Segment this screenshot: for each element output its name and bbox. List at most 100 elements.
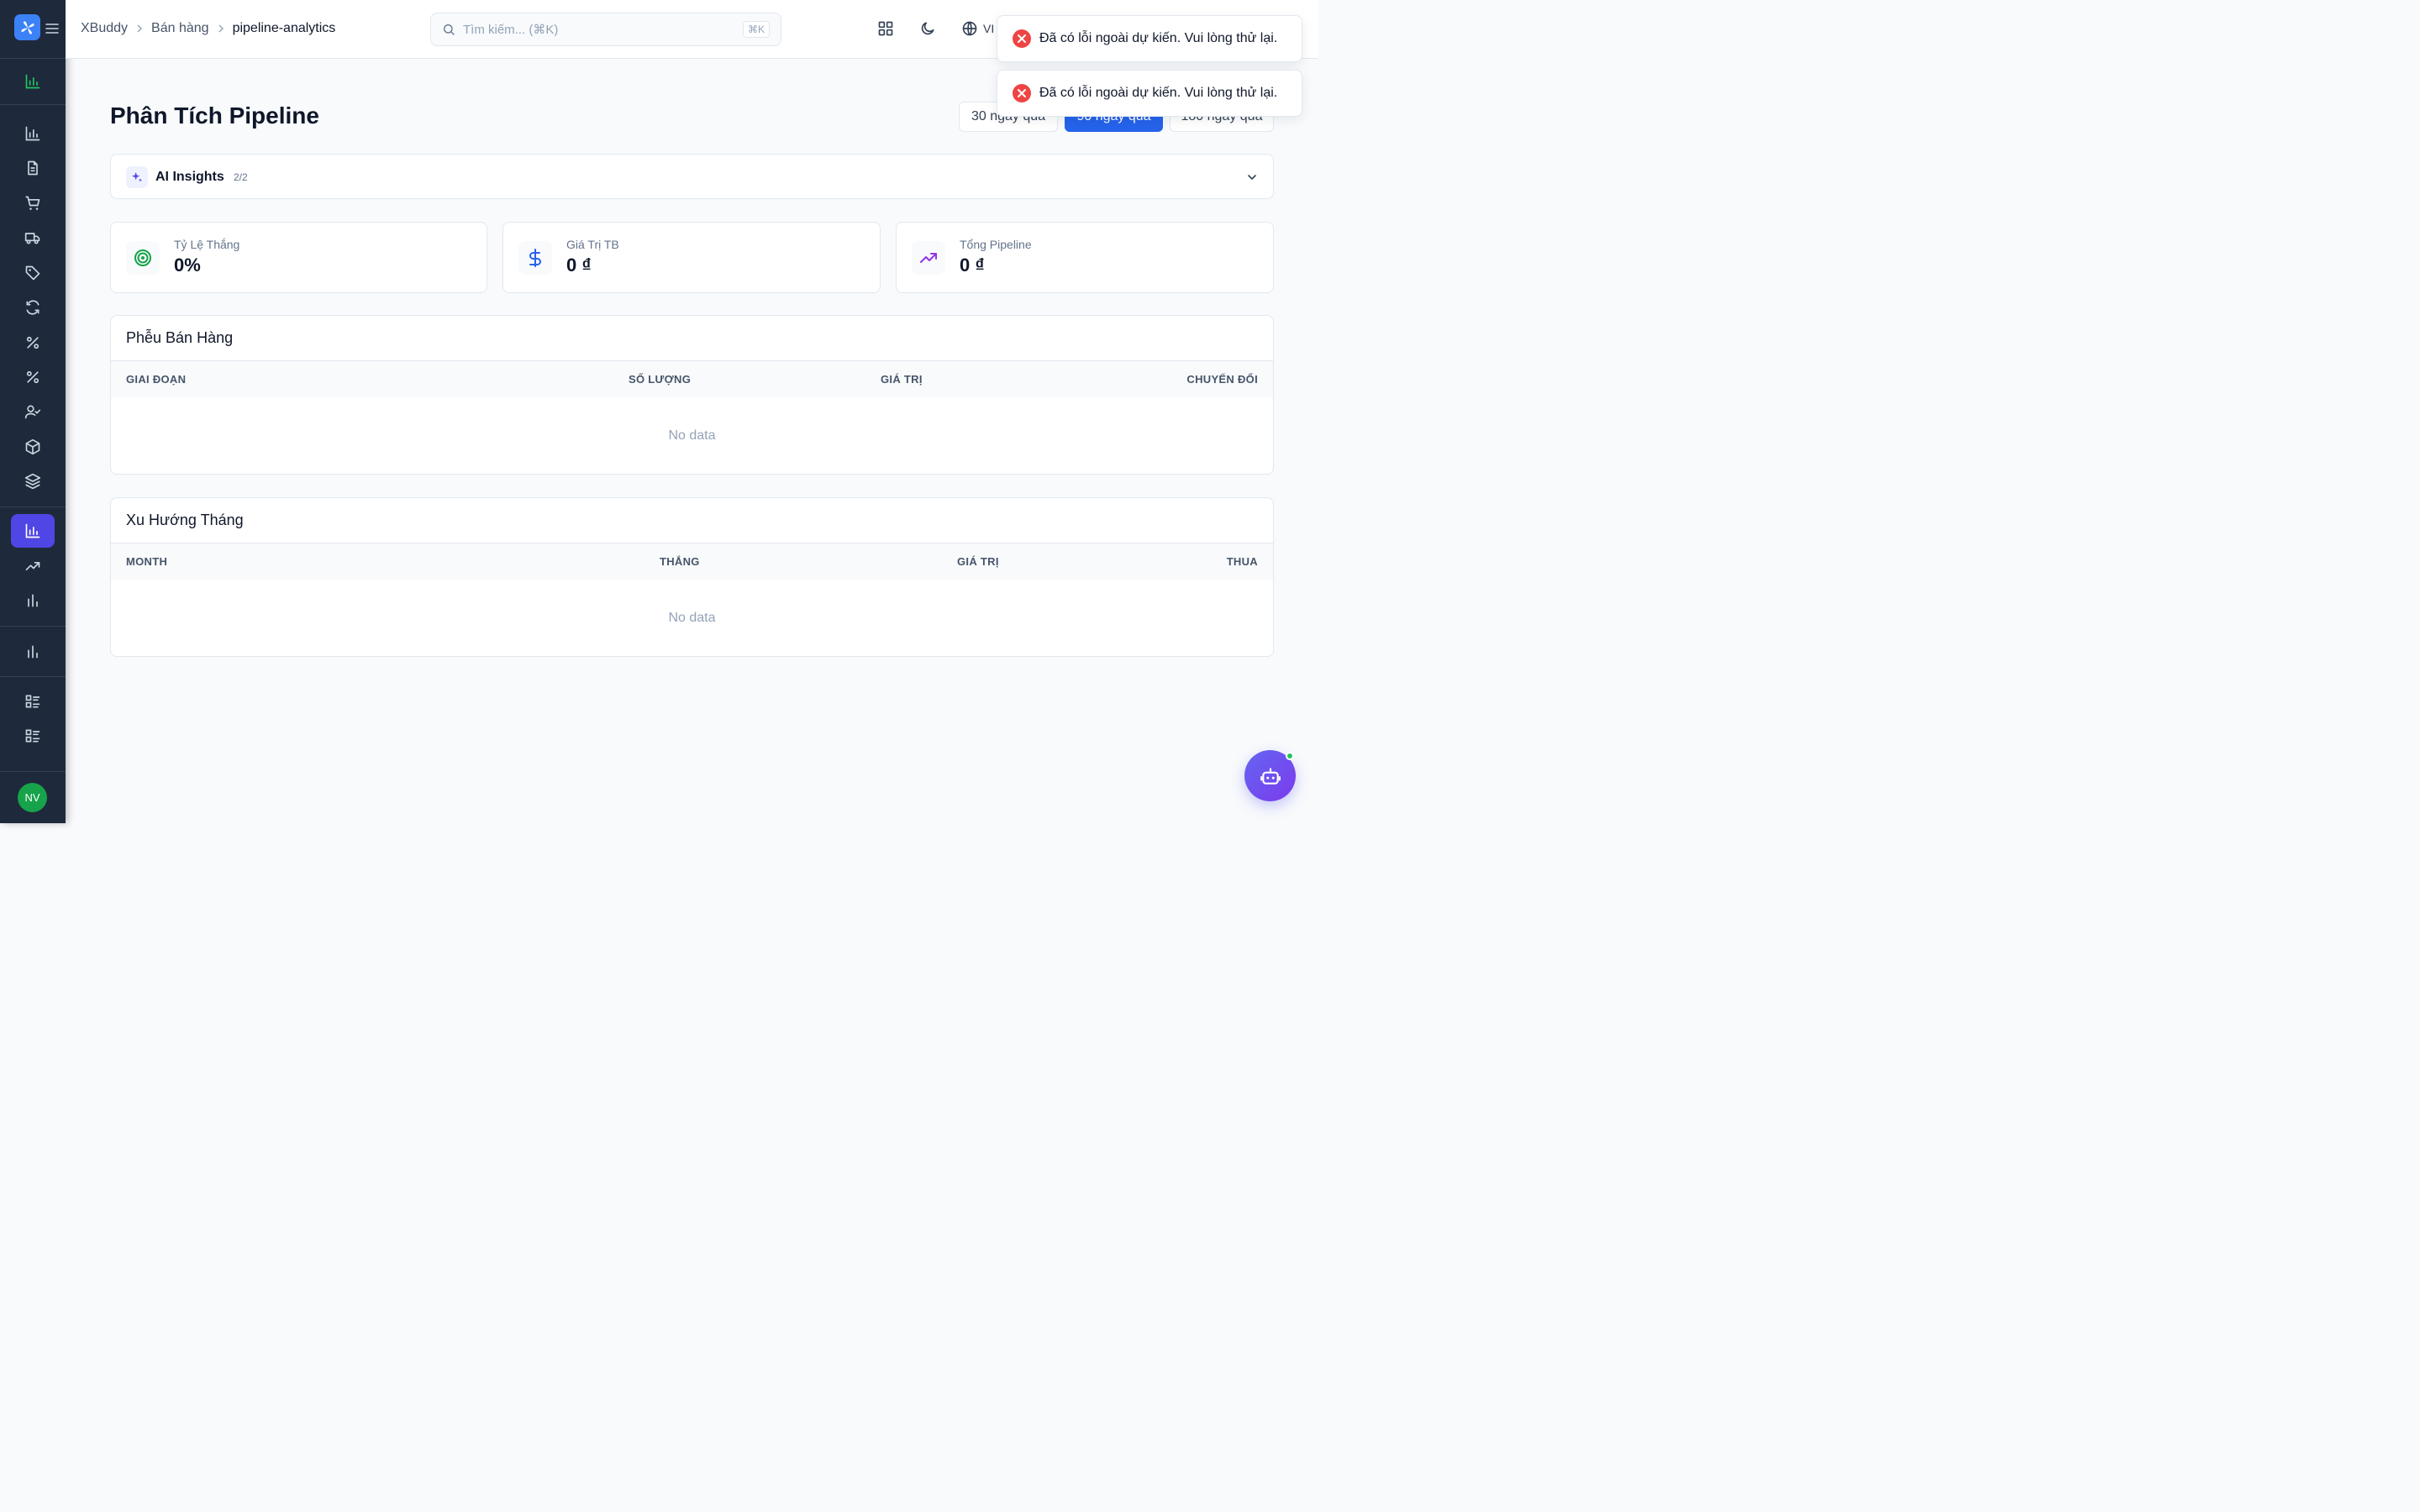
- sidebar-item-products[interactable]: [11, 430, 55, 464]
- refresh-icon: [26, 300, 39, 315]
- ai-insights-panel[interactable]: AI Insights 2/2: [110, 154, 1274, 199]
- logo-icon: [20, 20, 34, 34]
- error-x-circle-icon: [1013, 29, 1031, 48]
- document-icon: [28, 160, 38, 176]
- stat-label: Tổng Pipeline: [960, 238, 1032, 251]
- percent-icon: [26, 370, 39, 384]
- sales-funnel-card: Phễu Bán Hàng GIAI ĐOẠN SỐ LƯỢNG GIÁ TRỊ…: [110, 315, 1274, 475]
- empty-state: No data: [668, 428, 716, 443]
- column-header-month[interactable]: MONTH: [126, 555, 167, 568]
- sidebar: NV: [0, 0, 66, 823]
- search-icon: [444, 24, 455, 35]
- sidebar-divider: [0, 676, 66, 677]
- search-shortcut-badge: ⌘K: [742, 21, 770, 38]
- sidebar-divider: [0, 626, 66, 627]
- sidebar-item-trends[interactable]: [11, 549, 55, 583]
- toast-message: Đã có lỗi ngoài dự kiến. Vui lòng thử lạ…: [1039, 31, 1278, 45]
- breadcrumb-home[interactable]: XBuddy: [81, 21, 128, 36]
- sidebar-item-discounts[interactable]: [11, 326, 55, 360]
- language-label: VI: [983, 22, 995, 35]
- sidebar-item-inventory[interactable]: [11, 465, 55, 498]
- bar-chart-icon: [25, 74, 40, 89]
- ai-insights-count: 2/2: [234, 171, 248, 183]
- sidebar-item-shipping[interactable]: [11, 221, 55, 255]
- error-toast[interactable]: Đã có lỗi ngoài dự kiến. Vui lòng thử lạ…: [997, 15, 1302, 62]
- column-header-value[interactable]: GIÁ TRỊ: [957, 555, 999, 568]
- globe-icon: [962, 21, 977, 36]
- stat-value: 0 ₫: [960, 255, 985, 276]
- column-header-quantity[interactable]: SỐ LƯỢNG: [629, 373, 691, 386]
- stat-card-total-pipeline: Tổng Pipeline 0 ₫: [896, 222, 1274, 293]
- online-status-dot: [1286, 752, 1294, 760]
- sidebar-divider: [0, 104, 66, 105]
- sidebar-item-orders[interactable]: [11, 186, 55, 220]
- dark-mode-moon-icon[interactable]: [919, 20, 936, 37]
- sidebar-item-statistics[interactable]: [11, 584, 55, 617]
- stat-label: Tỷ Lệ Thắng: [174, 238, 240, 251]
- sidebar-item-customers[interactable]: [11, 395, 55, 428]
- stat-card-average-value: Giá Trị TB 0 ₫: [502, 222, 881, 293]
- layers-icon: [24, 473, 41, 490]
- chevron-right-icon: [218, 24, 224, 33]
- search-input[interactable]: [463, 22, 735, 37]
- breadcrumb-sales[interactable]: Bán hàng: [151, 21, 209, 36]
- sidebar-item-tags[interactable]: [11, 256, 55, 290]
- dollar-icon: [518, 241, 552, 275]
- sidebar-item-documents[interactable]: [11, 151, 55, 185]
- sidebar-item-analytics[interactable]: [11, 635, 55, 669]
- error-toast[interactable]: Đã có lỗi ngoài dự kiến. Vui lòng thử lạ…: [997, 70, 1302, 117]
- stat-card-win-rate: Tỷ Lệ Thắng 0%: [110, 222, 487, 293]
- bar-chart-icon: [28, 594, 38, 607]
- sidebar-divider: [0, 58, 66, 59]
- user-check-icon: [24, 405, 41, 419]
- empty-state: No data: [668, 611, 716, 625]
- language-switcher[interactable]: VI: [961, 20, 994, 37]
- box-icon: [25, 438, 40, 455]
- stat-label: Giá Trị TB: [566, 238, 619, 251]
- column-header-value[interactable]: GIÁ TRỊ: [881, 373, 923, 386]
- bar-chart-icon: [25, 126, 40, 141]
- sales-funnel-title: Phễu Bán Hàng: [126, 329, 234, 346]
- toast-message: Đã có lỗi ngoài dự kiến. Vui lòng thử lạ…: [1039, 86, 1278, 100]
- stat-value: 0%: [174, 255, 201, 276]
- trending-up-icon: [25, 562, 40, 570]
- column-header-stage[interactable]: GIAI ĐOẠN: [126, 373, 186, 386]
- monthly-trend-title: Xu Hướng Tháng: [126, 512, 244, 528]
- cart-icon: [25, 196, 40, 210]
- sidebar-item-pipeline-analytics[interactable]: [11, 514, 55, 548]
- column-header-conversion[interactable]: CHUYỂN ĐỔI: [1186, 373, 1258, 386]
- apps-grid-icon[interactable]: [877, 20, 894, 37]
- error-x-circle-icon: [1013, 84, 1031, 102]
- ai-insights-label: AI Insights: [155, 170, 224, 184]
- tag-icon: [25, 265, 40, 281]
- sales-funnel-table-header: GIAI ĐOẠN SỐ LƯỢNG GIÁ TRỊ CHUYỂN ĐỔI: [111, 360, 1273, 397]
- percent-icon: [26, 336, 39, 349]
- chevron-down-icon[interactable]: [1246, 171, 1258, 183]
- robot-icon: [1260, 767, 1281, 785]
- breadcrumb-current: pipeline-analytics: [232, 21, 336, 35]
- column-header-won[interactable]: THẮNG: [660, 555, 700, 568]
- bar-chart-icon: [25, 523, 40, 538]
- sparkles-icon: [126, 166, 148, 188]
- app-logo[interactable]: [14, 14, 40, 40]
- trending-up-icon: [912, 241, 945, 275]
- search-box[interactable]: ⌘K: [430, 13, 781, 46]
- sidebar-item-reports[interactable]: [11, 117, 55, 150]
- list-icon: [25, 695, 40, 708]
- monthly-trend-card: Xu Hướng Tháng MONTH THẮNG GIÁ TRỊ THUA …: [110, 497, 1274, 657]
- bar-chart-icon: [28, 645, 38, 659]
- monthly-trend-table-header: MONTH THẮNG GIÁ TRỊ THUA: [111, 543, 1273, 580]
- menu-toggle-icon[interactable]: [45, 23, 59, 34]
- target-icon: [126, 241, 160, 275]
- stat-value: 0 ₫: [566, 255, 592, 276]
- sidebar-item-list-two[interactable]: [11, 719, 55, 753]
- sidebar-item-sync[interactable]: [11, 291, 55, 324]
- sidebar-item-list-one[interactable]: [11, 685, 55, 718]
- truck-icon: [24, 233, 40, 244]
- sidebar-item-dashboard[interactable]: [11, 65, 55, 98]
- sidebar-divider: [0, 771, 66, 772]
- user-avatar[interactable]: NV: [18, 783, 47, 812]
- chevron-right-icon: [137, 24, 143, 33]
- column-header-lost[interactable]: THUA: [1227, 555, 1258, 568]
- sidebar-item-promotions[interactable]: [11, 360, 55, 394]
